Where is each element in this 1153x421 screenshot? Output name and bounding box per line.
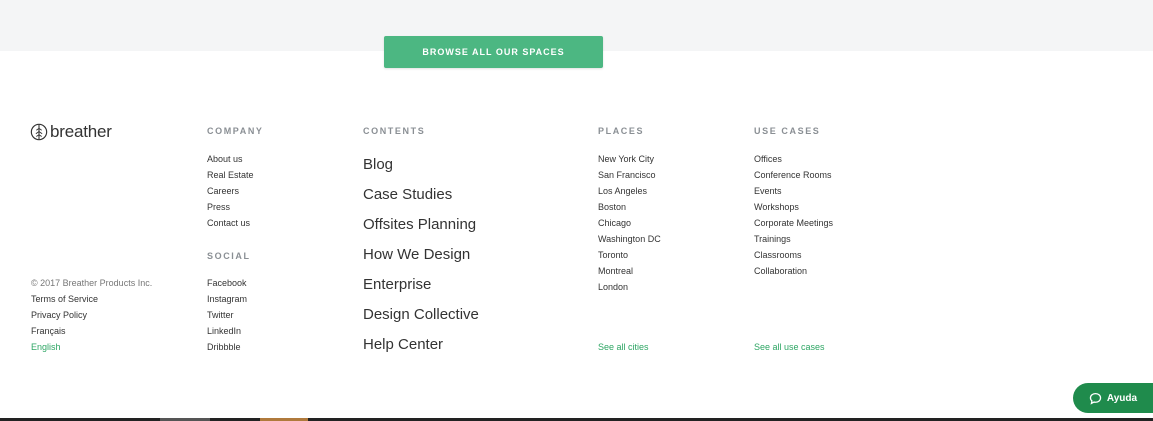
social-link-linkedin[interactable]: LinkedIn [207,323,251,339]
social-heading: SOCIAL [207,251,251,261]
footer-link-press[interactable]: Press [207,199,264,215]
company-column: COMPANY About us Real Estate Careers Pre… [207,126,264,231]
places-column: PLACES New York City San Francisco Los A… [598,126,661,295]
help-button-label: Ayuda [1106,392,1138,404]
copyright-text: © 2017 Breather Products Inc. [31,278,153,288]
place-link-boston[interactable]: Boston [598,199,661,215]
language-english-link[interactable]: English [31,339,152,355]
social-link-facebook[interactable]: Facebook [207,275,251,291]
contents-link-offsites-planning[interactable]: Offsites Planning [363,210,479,240]
contents-heading: CONTENTS [363,126,426,136]
use-cases-heading: USE CASES [754,126,821,136]
use-case-link-events[interactable]: Events [754,183,833,199]
places-heading: PLACES [598,126,645,136]
contents-column: CONTENTS Blog Case Studies Offsites Plan… [363,126,479,360]
terms-link[interactable]: Terms of Service [31,291,152,307]
contents-link-help-center[interactable]: Help Center [363,330,479,360]
contents-link-blog[interactable]: Blog [363,150,479,180]
use-cases-column: USE CASES Offices Conference Rooms Event… [754,126,833,279]
use-case-link-collaboration[interactable]: Collaboration [754,263,833,279]
place-link-washington-dc[interactable]: Washington DC [598,231,661,247]
brand-name: breather [50,122,112,141]
footer-link-real-estate[interactable]: Real Estate [207,167,264,183]
use-case-link-conference-rooms[interactable]: Conference Rooms [754,167,833,183]
help-chat-button[interactable]: Ayuda [1073,383,1153,413]
chat-bubble-icon [1089,392,1102,405]
footer-link-contact[interactable]: Contact us [207,215,264,231]
see-all-cities-link[interactable]: See all cities [598,339,649,355]
use-case-link-classrooms[interactable]: Classrooms [754,247,833,263]
place-link-los-angeles[interactable]: Los Angeles [598,183,661,199]
contents-link-design-collective[interactable]: Design Collective [363,300,479,330]
place-link-san-francisco[interactable]: San Francisco [598,167,661,183]
social-column: SOCIAL Facebook Instagram Twitter Linked… [207,251,251,355]
use-case-link-trainings[interactable]: Trainings [754,231,833,247]
place-link-chicago[interactable]: Chicago [598,215,661,231]
footer-link-careers[interactable]: Careers [207,183,264,199]
use-case-link-corporate-meetings[interactable]: Corporate Meetings [754,215,833,231]
place-link-montreal[interactable]: Montreal [598,263,661,279]
social-link-twitter[interactable]: Twitter [207,307,251,323]
use-case-link-workshops[interactable]: Workshops [754,199,833,215]
place-link-london[interactable]: London [598,279,661,295]
social-link-dribbble[interactable]: Dribbble [207,339,251,355]
place-link-new-york[interactable]: New York City [598,151,661,167]
company-heading: COMPANY [207,126,264,136]
social-link-instagram[interactable]: Instagram [207,291,251,307]
privacy-link[interactable]: Privacy Policy [31,307,152,323]
breather-leaf-icon [30,123,48,141]
contents-link-enterprise[interactable]: Enterprise [363,270,479,300]
legal-links: © 2017 Breather Products Inc. Terms of S… [31,275,152,355]
see-all-use-cases-link[interactable]: See all use cases [754,339,825,355]
language-french-link[interactable]: Français [31,323,152,339]
breather-logo[interactable]: breather [30,122,112,142]
contents-link-how-we-design[interactable]: How We Design [363,240,479,270]
place-link-toronto[interactable]: Toronto [598,247,661,263]
browse-all-spaces-button[interactable]: BROWSE ALL OUR SPACES [384,36,603,68]
contents-link-case-studies[interactable]: Case Studies [363,180,479,210]
use-case-link-offices[interactable]: Offices [754,151,833,167]
footer-link-about[interactable]: About us [207,151,264,167]
